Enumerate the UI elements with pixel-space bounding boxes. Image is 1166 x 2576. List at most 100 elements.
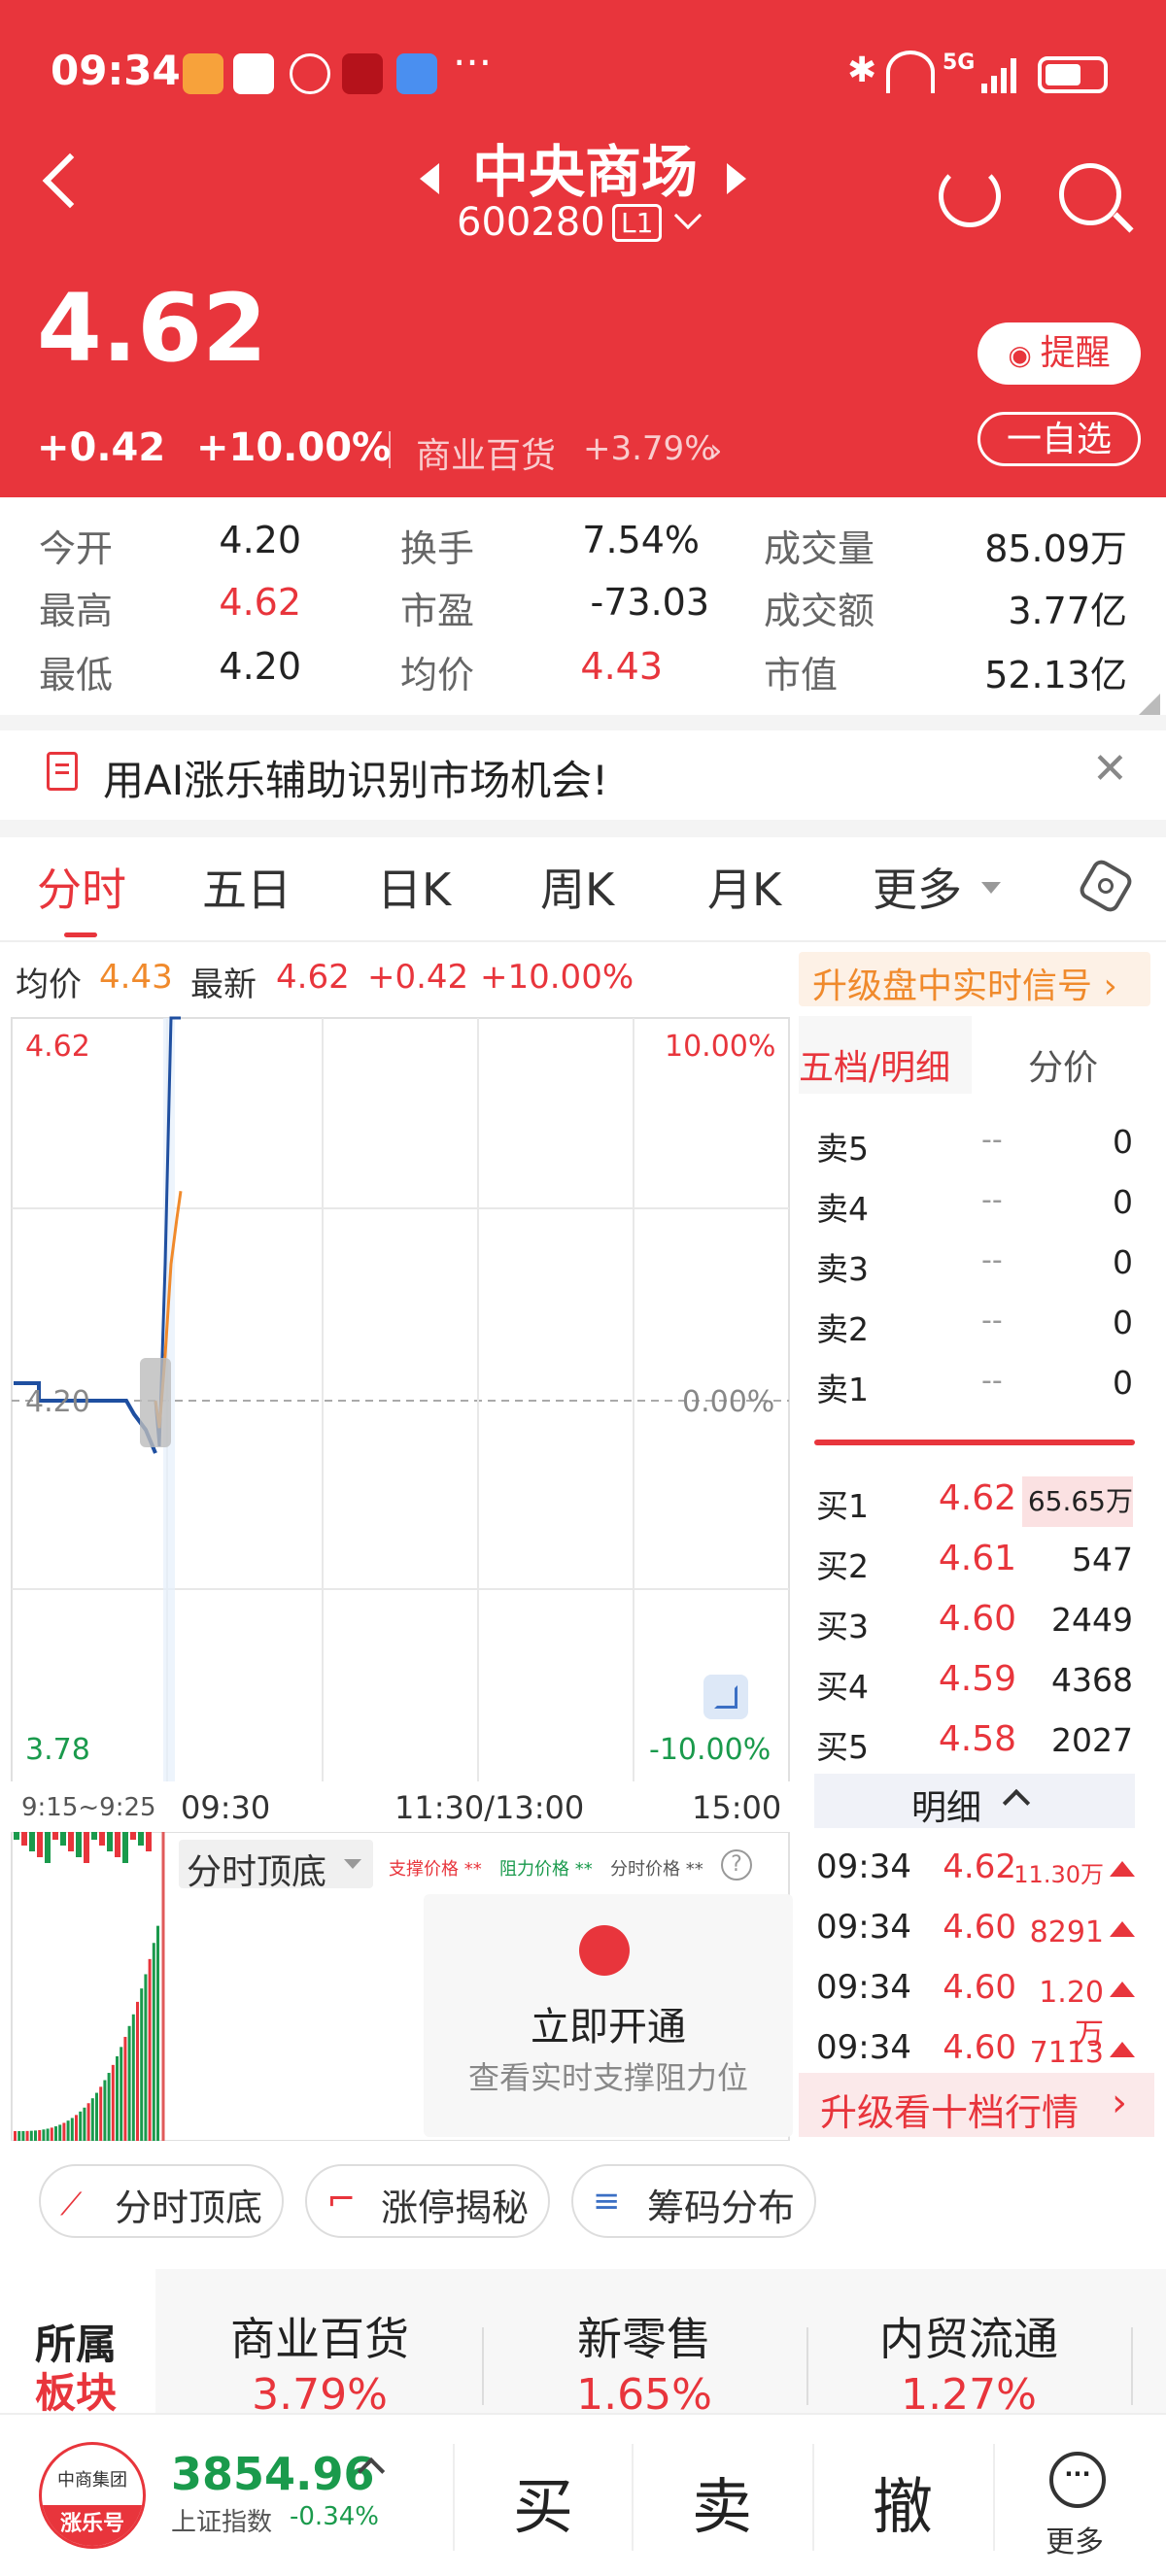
tab-five-day[interactable]: 五日 — [202, 855, 292, 919]
bid-volume: 547 — [1072, 1541, 1133, 1578]
index-value[interactable]: 3854.96 — [171, 2448, 375, 2500]
help-icon[interactable]: ? — [721, 1849, 752, 1881]
tab-intraday[interactable]: 分时 — [37, 855, 126, 919]
detail-toggle[interactable]: 明细 — [814, 1774, 1135, 1828]
top-signal-bar — [122, 1832, 128, 1863]
ai-banner[interactable]: 用AI涨乐辅助识别市场机会! ✕ — [0, 730, 1166, 820]
separator — [0, 715, 1166, 730]
sell-button[interactable]: 卖 — [692, 2457, 752, 2545]
prev-stock-icon[interactable] — [420, 163, 439, 194]
bell-icon: ◉ — [1008, 339, 1041, 371]
activate-promo[interactable]: 立即开通 查看实时支撑阻力位 — [424, 1894, 793, 2137]
volume-bar — [46, 2128, 50, 2141]
dropdown-icon[interactable] — [981, 882, 1001, 894]
divider — [632, 2444, 634, 2551]
sector-name[interactable]: 新零售 — [503, 2304, 785, 2368]
wechat-icon — [290, 53, 330, 94]
tab-order-book[interactable]: 五档/明细 — [799, 1039, 950, 1090]
volume-bar — [148, 1958, 152, 2141]
top-signal-bar — [21, 1832, 27, 1846]
chip-intraday-top-bottom[interactable]: ⟋ 分时顶底 — [39, 2164, 284, 2238]
y-axis-mid: 4.20 — [25, 1385, 90, 1419]
tick-time: 09:34 — [816, 1847, 911, 1886]
bid-volume: 2027 — [1051, 1721, 1133, 1759]
tick-price: 4.60 — [943, 1968, 1016, 2007]
chart-signal-icon — [579, 1925, 630, 1976]
chart-drag-handle[interactable] — [140, 1358, 171, 1447]
zhangle-logo[interactable]: 中商集团 涨乐号 — [39, 2442, 146, 2549]
cancel-button[interactable]: 撤 — [873, 2457, 933, 2545]
spread-divider — [814, 1440, 1135, 1445]
volume-bar — [58, 2124, 62, 2141]
next-stock-icon[interactable] — [727, 163, 746, 194]
volume-bar — [120, 2047, 123, 2141]
tab-more[interactable]: 更多 — [873, 855, 962, 919]
chip-limit-up[interactable]: ⌐ 涨停揭秘 — [305, 2164, 550, 2238]
remind-button[interactable]: ◉ 提醒 — [977, 322, 1141, 385]
logo-brand: 涨乐号 — [42, 2505, 143, 2546]
tab-monthly-k[interactable]: 月K — [707, 855, 781, 919]
stat-label-avg: 均价 — [400, 654, 475, 696]
intraday-chart[interactable] — [0, 1014, 797, 1781]
volume-bar — [75, 2115, 78, 2141]
stat-mktcap: 52.13亿 — [984, 654, 1127, 696]
close-icon[interactable]: ✕ — [1092, 744, 1128, 794]
time-axis-open: 09:30 — [181, 1789, 271, 1826]
bid-volume: 4368 — [1051, 1661, 1133, 1699]
hotspot-icon — [886, 51, 935, 93]
stat-low: 4.20 — [219, 645, 301, 688]
stat-high: 4.62 — [219, 581, 301, 624]
chevron-up-icon — [1002, 1788, 1031, 1817]
stats-panel: 今开 4.20 换手 7.54% 成交量 85.09万 最高 4.62 市盈 -… — [0, 497, 1166, 715]
back-arrow-icon[interactable] — [42, 153, 98, 209]
expand-corner-icon[interactable] — [1139, 694, 1160, 715]
upgrade-signal-link[interactable]: 升级盘中实时信号 › — [799, 952, 1150, 1006]
ask-label: 卖4 — [816, 1190, 869, 1228]
volume-bar — [66, 2120, 70, 2141]
remind-label: 提醒 — [1040, 333, 1111, 373]
volume-bar — [29, 2130, 33, 2141]
stat-label-mktcap: 市值 — [764, 654, 839, 696]
volume-bar — [54, 2126, 57, 2141]
tab-daily-k[interactable]: 日K — [377, 855, 451, 919]
sector-name[interactable]: 内贸流通 — [828, 2304, 1110, 2368]
chip-chip-distribution[interactable]: ≡ 筹码分布 — [571, 2164, 816, 2238]
logo-top-text: 中商集团 — [57, 2470, 127, 2491]
volume-bar — [127, 2025, 131, 2141]
promo-title: 立即开通 — [531, 2005, 686, 2050]
bid-label: 买2 — [816, 1547, 869, 1585]
more-icon[interactable]: ··· — [1049, 2452, 1106, 2508]
sector-link[interactable]: 商业百货 — [416, 427, 556, 478]
level-badge[interactable]: L1 — [612, 204, 663, 242]
sector-name[interactable]: 商业百货 — [179, 2304, 461, 2368]
tick-price: 4.60 — [943, 2028, 1016, 2067]
buy-button[interactable]: 买 — [513, 2457, 573, 2545]
status-time: 09:34 — [51, 47, 181, 94]
tab-weekly-k[interactable]: 周K — [540, 855, 614, 919]
stock-header: 09:34 ··· ✱ 5G 中央商场 600280 L1 4.62 +0.42… — [0, 0, 1166, 497]
y-axis-bottom: 3.78 — [25, 1733, 90, 1767]
tab-price-dist[interactable]: 分价 — [1028, 1039, 1098, 1090]
chevron-right-icon[interactable]: › — [709, 431, 723, 470]
refresh-icon[interactable] — [939, 165, 1001, 227]
avg-value: 4.43 — [99, 958, 173, 997]
top-signal-bar — [84, 1832, 89, 1863]
bid-label: 买5 — [816, 1728, 869, 1766]
bid-label: 买4 — [816, 1668, 869, 1706]
upgrade-level2-button[interactable]: 升级看十档行情 › — [799, 2073, 1154, 2137]
y-axis-top: 4.62 — [25, 1030, 90, 1064]
indicator-select[interactable]: 分时顶底 — [179, 1840, 373, 1892]
top-signal-bar — [37, 1832, 43, 1857]
fullscreen-icon[interactable] — [703, 1675, 748, 1719]
volume-bar — [152, 1943, 155, 2141]
add-watchlist-button[interactable]: 一自选 — [977, 412, 1141, 466]
volume-bar — [144, 1974, 148, 2141]
resist-price-label: 阻力价格 ** — [499, 1859, 593, 1880]
volume-bar — [62, 2122, 66, 2141]
sector-change[interactable]: +3.79% — [583, 429, 716, 468]
bid-label: 买3 — [816, 1608, 869, 1645]
volume-bar — [99, 2086, 103, 2141]
volume-bar — [83, 2107, 86, 2141]
id-app-icon — [396, 53, 437, 94]
more-label[interactable]: 更多 — [1046, 2518, 1104, 2560]
